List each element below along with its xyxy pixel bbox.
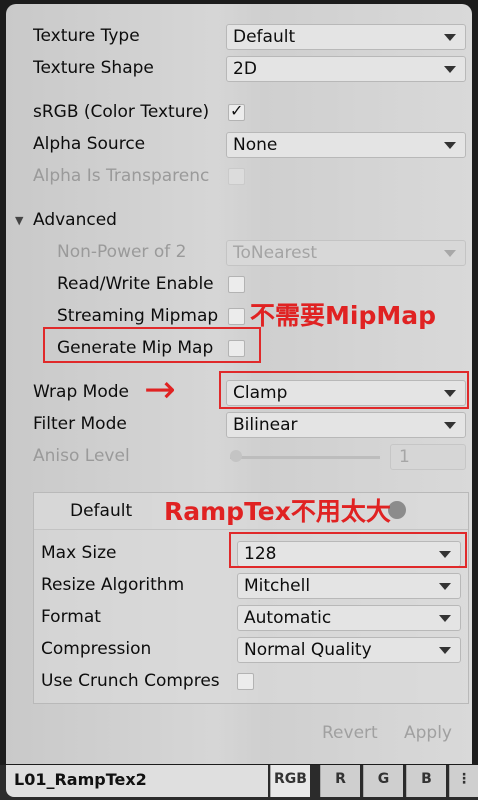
max-size-label: Max Size [41, 543, 117, 563]
aniso-level-row: Aniso Level 1 [6, 442, 472, 472]
platform-tab-default[interactable]: Default [34, 493, 152, 529]
chevron-down-icon [444, 422, 456, 429]
wrap-mode-label: Wrap Mode [33, 382, 129, 402]
aniso-level-field[interactable]: 1 [390, 444, 466, 470]
resize-algorithm-label: Resize Algorithm [41, 575, 185, 595]
use-crunch-checkbox[interactable] [237, 673, 254, 690]
advanced-label: Advanced [33, 210, 117, 230]
read-write-checkbox[interactable] [228, 276, 245, 293]
kebab-menu-icon: ⋮ [457, 771, 471, 787]
platform-tab-default-label: Default [70, 501, 133, 521]
wrap-mode-highlight [219, 371, 469, 409]
max-size-highlight [229, 532, 467, 568]
compression-dropdown[interactable]: Normal Quality [237, 637, 461, 663]
srgb-checkbox[interactable]: ✓ [228, 101, 245, 121]
compression-label: Compression [41, 639, 152, 659]
channel-g-label: G [377, 771, 390, 787]
compression-row: Compression Normal Quality [34, 635, 470, 665]
channel-r-label: R [335, 771, 346, 787]
format-label: Format [41, 607, 101, 627]
aniso-level-label: Aniso Level [33, 446, 130, 466]
compression-value: Normal Quality [244, 640, 372, 660]
texture-type-value: Default [233, 27, 296, 47]
revert-button-label: Revert [322, 723, 378, 743]
annotation-ramptex-size: RampTex不用太大 [164, 497, 391, 526]
non-power-of-2-dropdown[interactable]: ToNearest [226, 240, 466, 266]
resize-algorithm-row: Resize Algorithm Mitchell [34, 571, 470, 601]
revert-button[interactable]: Revert [322, 720, 390, 748]
texture-import-inspector: Texture Type Default Texture Shape 2D sR… [6, 4, 472, 764]
alpha-is-transparency-row: Alpha Is Transparenc [6, 162, 472, 192]
annotation-arrow-icon: → [144, 367, 176, 411]
asset-name-field: L01_RampTex2 [6, 765, 268, 797]
channel-g-button[interactable]: G [363, 765, 403, 797]
resize-algorithm-value: Mitchell [244, 576, 311, 596]
alpha-source-row: Alpha Source None [6, 130, 472, 160]
filter-mode-dropdown[interactable]: Bilinear [226, 412, 466, 438]
srgb-row: sRGB (Color Texture) ✓ [6, 98, 472, 128]
texture-type-label: Texture Type [33, 26, 140, 46]
alpha-is-transparency-checkbox[interactable] [228, 168, 245, 185]
read-write-label: Read/Write Enable [57, 274, 214, 294]
foldout-arrow-icon: ▼ [15, 214, 24, 227]
use-crunch-label: Use Crunch Compres [41, 671, 220, 691]
aniso-level-slider-track[interactable] [230, 456, 380, 459]
non-power-of-2-value: ToNearest [233, 243, 318, 263]
resize-algorithm-dropdown[interactable]: Mitchell [237, 573, 461, 599]
texture-type-dropdown[interactable]: Default [226, 24, 466, 50]
texture-shape-value: 2D [233, 59, 257, 79]
texture-shape-label: Texture Shape [33, 58, 154, 78]
channel-b-label: B [421, 771, 432, 787]
channel-rgb-label: RGB [274, 771, 307, 787]
apply-button[interactable]: Apply [404, 720, 464, 748]
chevron-down-icon [444, 66, 456, 73]
alpha-is-transparency-label: Alpha Is Transparenc [33, 166, 210, 186]
alpha-source-value: None [233, 135, 278, 155]
channel-b-button[interactable]: B [406, 765, 446, 797]
chevron-down-icon [439, 615, 451, 622]
chevron-down-icon [439, 583, 451, 590]
alpha-source-label: Alpha Source [33, 134, 146, 154]
alpha-source-dropdown[interactable]: None [226, 132, 466, 158]
generate-mip-map-highlight [43, 327, 261, 363]
format-dropdown[interactable]: Automatic [237, 605, 461, 631]
preview-menu-button[interactable]: ⋮ [449, 765, 478, 797]
chevron-down-icon [444, 34, 456, 41]
channel-rgb-button[interactable]: RGB [270, 765, 310, 797]
format-row: Format Automatic [34, 603, 470, 633]
channel-r-button[interactable]: R [320, 765, 360, 797]
filter-mode-row: Filter Mode Bilinear [6, 410, 472, 440]
aniso-level-value: 1 [399, 447, 410, 467]
filter-mode-value: Bilinear [233, 415, 298, 435]
srgb-label: sRGB (Color Texture) [33, 102, 210, 122]
texture-shape-dropdown[interactable]: 2D [226, 56, 466, 82]
chevron-down-icon [444, 250, 456, 257]
checkmark-icon: ✓ [230, 101, 244, 120]
format-value: Automatic [244, 608, 332, 628]
chevron-down-icon [439, 647, 451, 654]
annotation-no-mipmap: 不需要MipMap [250, 301, 436, 330]
advanced-foldout[interactable]: ▼ Advanced [6, 206, 472, 236]
non-power-of-2-label: Non-Power of 2 [57, 242, 187, 262]
asset-name-label: L01_RampTex2 [14, 770, 147, 789]
non-power-of-2-row: Non-Power of 2 ToNearest [6, 238, 472, 268]
apply-button-label: Apply [404, 723, 452, 743]
streaming-mipmaps-label: Streaming Mipmap [57, 306, 219, 326]
texture-type-row: Texture Type Default [6, 22, 472, 52]
filter-mode-label: Filter Mode [33, 414, 127, 434]
texture-shape-row: Texture Shape 2D [6, 54, 472, 84]
chevron-down-icon [444, 142, 456, 149]
preview-bottom-bar: L01_RampTex2 RGB R G B ⋮ [0, 765, 478, 800]
use-crunch-row: Use Crunch Compres [34, 667, 470, 697]
aniso-level-slider-handle[interactable] [230, 450, 242, 462]
streaming-mipmaps-checkbox[interactable] [228, 308, 245, 325]
